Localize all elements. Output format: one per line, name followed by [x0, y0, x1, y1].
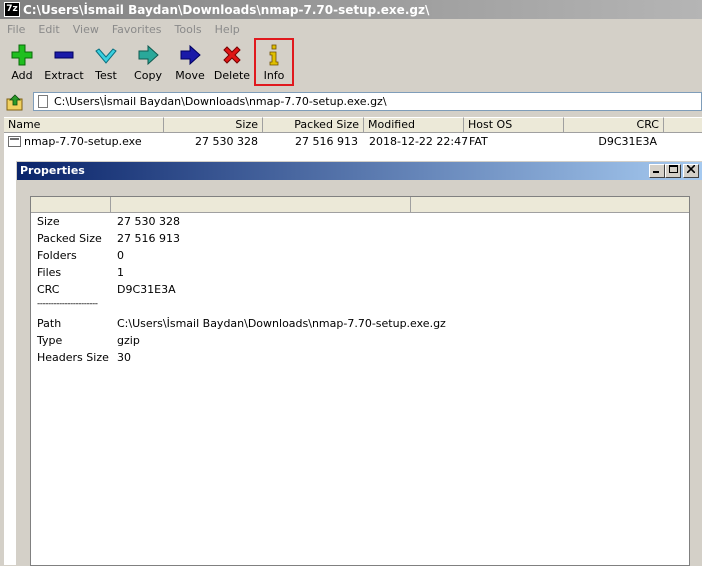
delete-x-icon: [223, 46, 241, 64]
7zip-app-icon: 7z: [4, 2, 20, 17]
file-list-header: Name Size Packed Size Modified Host OS C…: [4, 117, 702, 133]
address-field[interactable]: C:\Users\İsmail Baydan\Downloads\nmap-7.…: [33, 92, 702, 111]
copy-button[interactable]: Copy: [130, 41, 166, 85]
menu-view[interactable]: View: [66, 23, 105, 36]
extract-button[interactable]: Extract: [43, 41, 85, 85]
property-key: Files: [37, 266, 62, 279]
address-path: C:\Users\İsmail Baydan\Downloads\nmap-7.…: [54, 95, 387, 108]
move-button[interactable]: Move: [172, 41, 208, 85]
property-key: Headers Size: [37, 351, 109, 364]
property-key: Folders: [37, 249, 77, 262]
column-header-size[interactable]: Size: [164, 117, 263, 133]
minimize-button[interactable]: [649, 164, 665, 178]
maximize-button[interactable]: [665, 164, 681, 178]
test-button[interactable]: Test: [88, 41, 124, 85]
property-value: 30: [117, 351, 131, 364]
properties-column-header-value[interactable]: [111, 197, 411, 213]
add-label: Add: [11, 69, 33, 82]
properties-title: Properties: [20, 164, 85, 177]
property-value: 1: [117, 266, 124, 279]
column-header-crc[interactable]: CRC: [564, 117, 664, 133]
property-value: D9C31E3A: [117, 283, 176, 296]
property-value: 27 516 913: [117, 232, 180, 245]
property-separator: ----------------------: [37, 299, 98, 309]
property-value: 0: [117, 249, 124, 262]
menu-tools[interactable]: Tools: [168, 23, 208, 36]
delete-label: Delete: [213, 69, 251, 82]
maximize-icon: [668, 165, 678, 173]
row-modified: 2018-12-22 22:47: [369, 135, 469, 148]
delete-button[interactable]: Delete: [212, 41, 252, 85]
minimize-icon: [653, 171, 659, 173]
column-header-filler: [664, 117, 702, 133]
menu-bar: File Edit View Favorites Tools Help: [0, 19, 702, 39]
window-title: C:\Users\İsmail Baydan\Downloads\nmap-7.…: [23, 2, 430, 17]
copy-label: Copy: [134, 69, 162, 82]
property-key: Path: [37, 317, 62, 330]
table-row[interactable]: nmap-7.70-setup.exe 27 530 328 27 516 91…: [4, 134, 702, 150]
properties-column-header-name[interactable]: [31, 197, 111, 213]
properties-dialog: Properties Size 27 530 328 Packed Size 2…: [15, 160, 702, 566]
menu-file[interactable]: File: [0, 23, 31, 36]
properties-column-header-filler: [411, 197, 689, 213]
document-icon: [38, 95, 48, 108]
window-title-bar[interactable]: 7z C:\Users\İsmail Baydan\Downloads\nmap…: [0, 0, 702, 19]
close-button[interactable]: [683, 164, 699, 178]
toolbar: Add Extract Test Copy Move Delete Info: [0, 38, 702, 87]
row-size: 27 530 328: [195, 135, 258, 148]
add-button[interactable]: Add: [4, 41, 40, 85]
close-icon: [686, 164, 696, 174]
move-arrow-icon: [180, 44, 201, 66]
menu-edit[interactable]: Edit: [31, 23, 65, 36]
extract-label: Extract: [44, 69, 84, 82]
property-key: Packed Size: [37, 232, 102, 245]
property-key: Size: [37, 215, 60, 228]
column-header-modified[interactable]: Modified: [364, 117, 464, 133]
menu-favorites[interactable]: Favorites: [105, 23, 168, 36]
copy-arrow-icon: [138, 44, 159, 66]
move-label: Move: [175, 69, 205, 82]
properties-title-bar[interactable]: Properties: [17, 162, 702, 180]
row-host-os: FAT: [469, 135, 488, 148]
address-bar: C:\Users\İsmail Baydan\Downloads\nmap-7.…: [0, 90, 702, 114]
minus-icon: [54, 51, 74, 59]
info-highlight-box: [254, 38, 294, 86]
up-folder-icon[interactable]: [6, 93, 24, 111]
checkmark-icon: [95, 48, 117, 64]
property-key: Type: [37, 334, 63, 347]
row-name: nmap-7.70-setup.exe: [24, 135, 142, 148]
column-header-host-os[interactable]: Host OS: [464, 117, 564, 133]
property-value: gzip: [117, 334, 140, 347]
plus-icon: [11, 44, 33, 66]
property-value: 27 530 328: [117, 215, 180, 228]
test-label: Test: [95, 69, 117, 82]
row-packed-size: 27 516 913: [295, 135, 358, 148]
properties-list: Size 27 530 328 Packed Size 27 516 913 F…: [30, 196, 690, 566]
menu-help[interactable]: Help: [208, 23, 246, 36]
file-icon: [8, 136, 21, 147]
row-crc: D9C31E3A: [598, 135, 657, 148]
column-header-name[interactable]: Name: [4, 117, 164, 133]
property-value: C:\Users\İsmail Baydan\Downloads\nmap-7.…: [117, 317, 446, 330]
column-header-packed-size[interactable]: Packed Size: [263, 117, 364, 133]
properties-list-header: [31, 197, 689, 213]
